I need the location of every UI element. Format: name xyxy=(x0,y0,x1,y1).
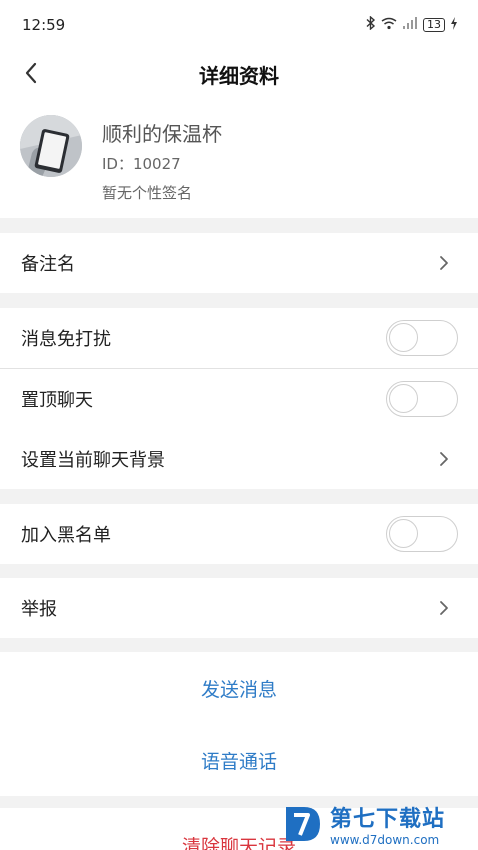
status-icons: 13 xyxy=(366,15,458,34)
mute-toggle[interactable] xyxy=(386,320,458,356)
send-message-button[interactable]: 发送消息 xyxy=(0,652,478,724)
blacklist-toggle[interactable] xyxy=(386,516,458,552)
toggle-knob xyxy=(389,519,418,548)
watermark-url: www.d7down.com xyxy=(330,833,440,847)
status-bar: 12:59 13 xyxy=(0,0,478,50)
charging-icon xyxy=(450,16,458,34)
row-mute: 消息免打扰 xyxy=(0,308,478,368)
voice-call-button[interactable]: 语音通话 xyxy=(0,724,478,796)
page-title: 详细资料 xyxy=(199,64,279,88)
chevron-right-icon xyxy=(440,452,448,466)
row-chat-background-label: 设置当前聊天背景 xyxy=(21,450,165,471)
watermark-text: 第七下载站 www.d7down.com xyxy=(330,801,445,847)
signal-icon xyxy=(402,16,418,34)
row-remark[interactable]: 备注名 xyxy=(0,233,478,293)
battery-icon: 13 xyxy=(423,18,445,32)
status-time: 12:59 xyxy=(22,16,66,34)
profile-id: ID：10027 xyxy=(102,155,181,173)
chevron-right-icon xyxy=(440,256,448,270)
row-chat-background[interactable]: 设置当前聊天背景 xyxy=(0,429,478,489)
nav-bar: 详细资料 xyxy=(0,50,478,96)
profile-signature: 暂无个性签名 xyxy=(102,184,193,202)
row-report-label: 举报 xyxy=(21,599,57,620)
row-pin-label: 置顶聊天 xyxy=(21,390,93,411)
profile-name: 顺利的保温杯 xyxy=(102,122,222,146)
toggle-knob xyxy=(389,323,418,352)
wifi-icon xyxy=(381,17,397,34)
row-pin: 置顶聊天 xyxy=(0,369,478,429)
watermark-logo: 第七下载站 www.d7down.com xyxy=(282,798,478,850)
chevron-right-icon xyxy=(440,601,448,615)
d7-logo-icon xyxy=(286,807,320,841)
avatar[interactable] xyxy=(20,115,82,177)
toggle-knob xyxy=(389,384,418,413)
watermark-title: 第七下载站 xyxy=(330,807,446,832)
row-report[interactable]: 举报 xyxy=(0,578,478,638)
row-mute-label: 消息免打扰 xyxy=(21,329,111,350)
row-blacklist: 加入黑名单 xyxy=(0,504,478,564)
pin-toggle[interactable] xyxy=(386,381,458,417)
row-blacklist-label: 加入黑名单 xyxy=(21,525,111,546)
row-remark-label: 备注名 xyxy=(21,254,75,275)
profile-card: 顺利的保温杯 ID：10027 暂无个性签名 xyxy=(0,96,478,218)
bluetooth-icon xyxy=(366,15,376,34)
